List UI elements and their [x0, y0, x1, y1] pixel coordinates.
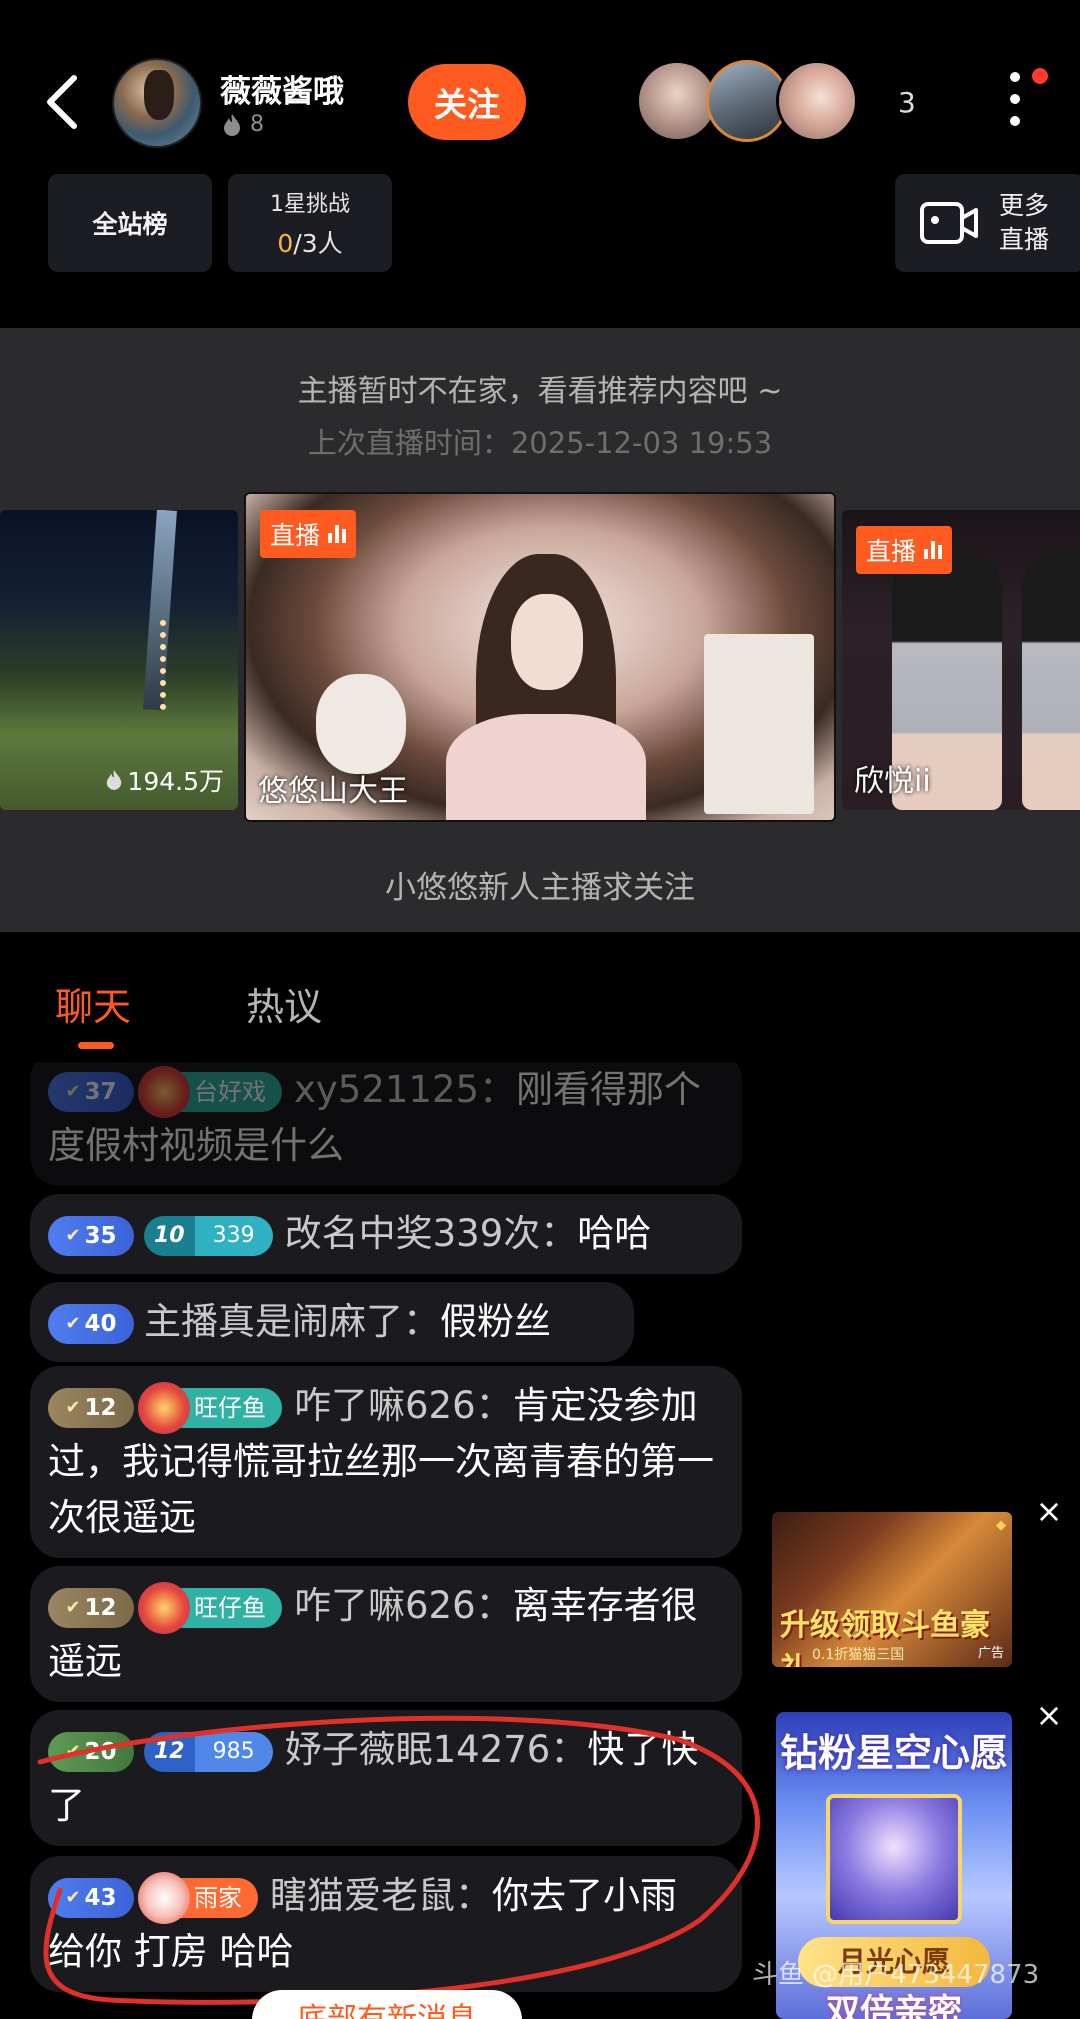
live-tag-label: 直播: [270, 521, 321, 550]
fan-club-badge: 旺仔鱼: [138, 1581, 282, 1634]
fan-club-badge: 旺仔鱼: [138, 1381, 282, 1434]
chat-message: ✔ 35 10 339 改名中奖339次：哈哈: [30, 1194, 742, 1274]
live-bars-icon: [328, 525, 347, 543]
last-live-time: 上次直播时间：2025-12-03 19:53: [307, 426, 773, 460]
recommend-card-featured[interactable]: 直播 悠悠山大王: [244, 492, 836, 822]
chat-username[interactable]: 妤子薇眠14276：: [285, 1728, 588, 1771]
flame-icon: [224, 113, 240, 136]
chat-message: ✔ 43 雨家 瞎猫爱老鼠：你去了小雨 给你 打房 哈哈: [30, 1856, 742, 1992]
close-icon[interactable]: ×: [1034, 1699, 1064, 1731]
more-live-line2: 直播: [999, 225, 1050, 254]
more-options-icon[interactable]: [1000, 72, 1030, 132]
chat-username[interactable]: 咋了嘛626：: [294, 1384, 513, 1427]
chat-list[interactable]: ✔ 37 台好戏 xy521125：刚看得那个度假村视频是什么 ✔ 35 10 339 改名中…: [0, 1062, 760, 2019]
user-level-badge: ✔ 40: [48, 1303, 134, 1344]
chat-username[interactable]: 改名中奖339次：: [285, 1212, 578, 1255]
chat-message: ✔ 37 台好戏 xy521125：刚看得那个度假村视频是什么: [30, 1062, 742, 1186]
watermark: 斗鱼 @用户473447873: [752, 1960, 1040, 1990]
game-logo: ◆: [996, 1518, 1006, 1533]
chat-username[interactable]: 咋了嘛626：: [294, 1584, 513, 1627]
challenge-button[interactable]: 1星挑战 0/3人: [228, 174, 392, 272]
more-live-line1: 更多: [999, 191, 1050, 220]
recommend-card[interactable]: 直播 欣悦ii: [842, 510, 1080, 810]
wish-image: [826, 1794, 962, 1924]
more-live-button[interactable]: 更多 直播: [895, 174, 1080, 272]
hot-value: 8: [222, 112, 264, 137]
user-level-badge: ✔ 20: [48, 1731, 134, 1772]
flame-icon: [107, 770, 122, 790]
chat-username[interactable]: xy521125：: [294, 1068, 516, 1111]
ad-tag: 广告: [977, 1646, 1004, 1661]
chat-message: ✔ 40 主播真是闹麻了：假粉丝: [30, 1282, 634, 1362]
hot-value-number: 8: [250, 112, 264, 137]
chat-username[interactable]: 主播真是闹麻了：: [144, 1300, 440, 1343]
ad-title: 钻粉星空心愿: [779, 1731, 1008, 1775]
follow-button[interactable]: 关注: [408, 64, 526, 140]
game-ad-banner[interactable]: ◆ 升级领取斗鱼豪礼 0.1折猫猫三国 广告: [772, 1512, 1012, 1667]
streamer-avatar[interactable]: [112, 58, 202, 148]
back-arrow-icon[interactable]: [40, 72, 88, 132]
card-views-value: 194.5万: [127, 767, 224, 796]
recommend-caption: 小悠悠新人主播求关注: [385, 870, 695, 906]
leaderboard-button[interactable]: 全站榜: [48, 174, 212, 272]
chat-message: ✔ 20 12 985 妤子薇眠14276：快了快了: [30, 1710, 742, 1846]
live-tag-label: 直播: [866, 537, 917, 566]
tab-chat[interactable]: 聊天: [55, 976, 131, 1031]
close-icon[interactable]: ×: [1034, 1495, 1064, 1527]
tab-hot-discussion[interactable]: 热议: [246, 976, 322, 1031]
card-streamer-name: 悠悠山大王: [258, 774, 408, 809]
user-level-badge: ✔ 35: [48, 1215, 134, 1256]
viewer-count[interactable]: 3: [898, 86, 916, 119]
leaderboard-label: 全站榜: [92, 210, 168, 239]
user-level-badge: ✔ 12: [48, 1587, 134, 1628]
user-level-badge: ✔ 43: [48, 1877, 134, 1918]
challenge-title: 1星挑战: [270, 192, 350, 217]
challenge-total: /3人: [293, 229, 343, 258]
fan-club-badge: 雨家: [138, 1871, 258, 1924]
challenge-current: 0: [277, 229, 294, 258]
ad-subtitle: 0.1折猫猫三国: [812, 1647, 905, 1663]
offline-message: 主播暂时不在家，看看推荐内容吧 ~: [297, 374, 783, 409]
user-level-badge: ✔ 37: [48, 1071, 134, 1112]
streamer-name[interactable]: 薇薇酱哦: [220, 66, 344, 111]
video-camera-icon: [920, 202, 978, 244]
live-tag: 直播: [260, 510, 357, 558]
chat-text: 哈哈: [577, 1212, 652, 1255]
viewer-avatar[interactable]: [776, 60, 858, 142]
live-tag: 直播: [856, 526, 953, 574]
active-tab-indicator: [78, 1042, 114, 1049]
fan-level-badge: 12 985: [144, 1731, 273, 1772]
live-bars-icon: [924, 541, 943, 559]
fan-level-badge: 10 339: [144, 1215, 273, 1256]
chat-username[interactable]: 瞎猫爱老鼠：: [270, 1874, 492, 1917]
notification-dot: [1032, 68, 1048, 84]
chat-message: ✔ 12 旺仔鱼 咋了嘛626：肯定没参加过，我记得慌哥拉丝那一次离青春的第一次很遥远: [30, 1366, 742, 1558]
fan-club-badge: 台好戏: [138, 1065, 282, 1118]
chat-message: ✔ 12 旺仔鱼 咋了嘛626：离幸存者很遥远: [30, 1566, 742, 1702]
recommend-card[interactable]: 194.5万: [0, 510, 238, 810]
card-views: 194.5万: [105, 762, 224, 798]
viewer-avatars[interactable]: [636, 60, 858, 144]
chat-text: 假粉丝: [440, 1300, 551, 1343]
user-level-badge: ✔ 12: [48, 1387, 134, 1428]
card-streamer-name: 欣悦ii: [854, 764, 931, 799]
new-messages-button[interactable]: 底部有新消息: [252, 1990, 522, 2019]
live-room-header: 薇薇酱哦 8 关注 3 全站榜 1星挑战 0/3人 更多直播: [0, 0, 1080, 300]
